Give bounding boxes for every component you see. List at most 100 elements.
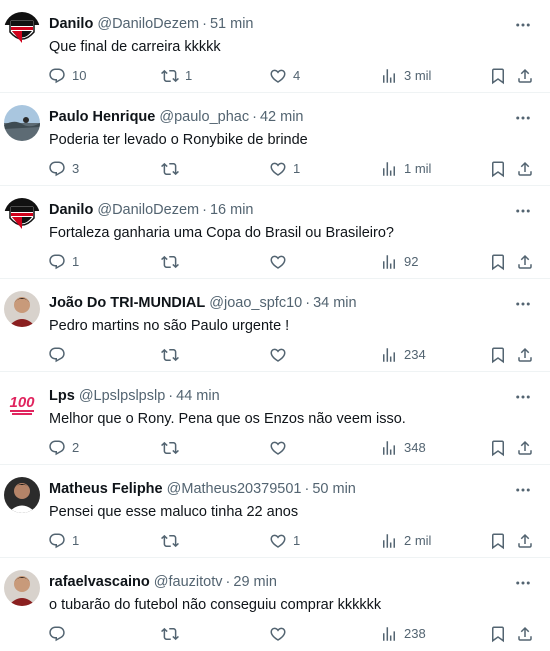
reply-button[interactable]: 3: [48, 159, 79, 179]
views-button[interactable]: 238: [380, 624, 426, 644]
separator-dot: ·: [304, 481, 310, 497]
display-name[interactable]: João Do TRI-MUNDIAL: [49, 295, 205, 311]
more-icon[interactable]: [514, 481, 532, 497]
retweet-button[interactable]: [161, 345, 185, 365]
avatar[interactable]: [4, 570, 40, 606]
username-handle[interactable]: @Matheus20379501: [167, 481, 302, 497]
avatar[interactable]: [4, 477, 40, 513]
view-count: 2 mil: [404, 533, 432, 548]
share-button[interactable]: [516, 531, 534, 551]
tweet[interactable]: Matheus Feliphe @Matheus20379501 · 50 min …: [0, 465, 550, 558]
bookmark-button[interactable]: [489, 66, 507, 86]
username-handle[interactable]: @DaniloDezem: [97, 16, 199, 32]
tweet[interactable]: João Do TRI-MUNDIAL @joao_spfc10 · 34 min …: [0, 279, 550, 372]
reply-button[interactable]: 2: [48, 438, 79, 458]
bookmark-button[interactable]: [489, 252, 507, 272]
retweet-button[interactable]: [161, 531, 185, 551]
views-button[interactable]: 3 mil: [380, 66, 431, 86]
timestamp[interactable]: 29 min: [233, 574, 277, 590]
view-count: 92: [404, 254, 419, 269]
reply-button[interactable]: [48, 624, 72, 644]
reply-button[interactable]: 10: [48, 66, 86, 86]
avatar[interactable]: [4, 105, 40, 141]
share-button[interactable]: [516, 252, 534, 272]
display-name[interactable]: Danilo: [49, 16, 93, 32]
retweet-button[interactable]: 1: [161, 66, 192, 86]
username-handle[interactable]: @DaniloDezem: [97, 202, 199, 218]
tweet[interactable]: Danilo @DaniloDezem · 16 min Fortaleza gan…: [0, 186, 550, 279]
like-button[interactable]: [269, 438, 293, 458]
retweet-button[interactable]: [161, 252, 185, 272]
bookmark-button[interactable]: [489, 624, 507, 644]
display-name[interactable]: rafaelvascaino: [49, 574, 150, 590]
tweet-header: Lps @Lpslpslpslp · 44 min: [49, 386, 510, 406]
tweet[interactable]: Paulo Henrique @paulo_phac · 42 min Poderi…: [0, 93, 550, 186]
username-handle[interactable]: @joao_spfc10: [209, 295, 302, 311]
more-icon[interactable]: [514, 16, 532, 32]
views-button[interactable]: 1 mil: [380, 159, 431, 179]
reply-count: 3: [72, 161, 80, 176]
retweet-button[interactable]: [161, 624, 185, 644]
tweet[interactable]: rafaelvascaino @fauzitotv · 29 min o tubar…: [0, 558, 550, 651]
avatar[interactable]: [4, 198, 40, 234]
share-button[interactable]: [516, 438, 534, 458]
share-button[interactable]: [516, 624, 534, 644]
bookmark-button[interactable]: [489, 531, 507, 551]
views-button[interactable]: 92: [380, 252, 418, 272]
timestamp[interactable]: 16 min: [210, 202, 254, 218]
like-button[interactable]: 1: [269, 531, 300, 551]
more-icon[interactable]: [514, 109, 532, 125]
timestamp[interactable]: 42 min: [260, 109, 304, 125]
views-button[interactable]: 2 mil: [380, 531, 431, 551]
like-button[interactable]: [269, 345, 293, 365]
views-button[interactable]: 348: [380, 438, 426, 458]
more-icon[interactable]: [514, 295, 532, 311]
display-name[interactable]: Paulo Henrique: [49, 109, 155, 125]
bookmark-button[interactable]: [489, 345, 507, 365]
display-name[interactable]: Danilo: [49, 202, 93, 218]
more-icon[interactable]: [514, 388, 532, 404]
tweet[interactable]: 100 Lps @Lpslpslpslp · 44 min Melhor que o…: [0, 372, 550, 465]
like-button[interactable]: [269, 252, 293, 272]
like-icon: [269, 532, 287, 550]
display-name[interactable]: Lps: [49, 388, 75, 404]
tweet-actions: 1 92: [0, 252, 550, 272]
share-icon: [516, 253, 534, 271]
username-handle[interactable]: @Lpslpslpslp: [79, 388, 165, 404]
avatar[interactable]: [4, 12, 40, 48]
svg-text:100: 100: [9, 394, 35, 411]
avatar[interactable]: [4, 291, 40, 327]
retweet-button[interactable]: [161, 438, 185, 458]
display-name[interactable]: Matheus Feliphe: [49, 481, 163, 497]
timestamp[interactable]: 50 min: [312, 481, 356, 497]
share-button[interactable]: [516, 159, 534, 179]
tweet[interactable]: Danilo @DaniloDezem · 51 min Que final de …: [0, 0, 550, 93]
timestamp[interactable]: 34 min: [313, 295, 357, 311]
views-button[interactable]: 234: [380, 345, 426, 365]
like-button[interactable]: [269, 624, 293, 644]
bookmark-icon: [489, 67, 507, 85]
username-handle[interactable]: @fauzitotv: [154, 574, 223, 590]
timestamp[interactable]: 51 min: [210, 16, 254, 32]
timestamp[interactable]: 44 min: [176, 388, 220, 404]
separator-dot: ·: [305, 295, 311, 311]
reply-count: 10: [72, 68, 87, 83]
like-button[interactable]: 1: [269, 159, 300, 179]
reply-button[interactable]: [48, 345, 72, 365]
reply-button[interactable]: 1: [48, 531, 79, 551]
more-icon[interactable]: [514, 574, 532, 590]
view-count: 234: [404, 347, 426, 362]
retweet-button[interactable]: [161, 159, 185, 179]
bookmark-button[interactable]: [489, 159, 507, 179]
like-button[interactable]: 4: [269, 66, 300, 86]
avatar[interactable]: 100: [4, 384, 40, 420]
more-icon[interactable]: [514, 202, 532, 218]
bookmark-icon: [489, 346, 507, 364]
reply-button[interactable]: 1: [48, 252, 79, 272]
username-handle[interactable]: @paulo_phac: [159, 109, 249, 125]
share-button[interactable]: [516, 66, 534, 86]
share-button[interactable]: [516, 345, 534, 365]
bookmark-button[interactable]: [489, 438, 507, 458]
separator-dot: ·: [168, 388, 174, 404]
share-icon: [516, 532, 534, 550]
